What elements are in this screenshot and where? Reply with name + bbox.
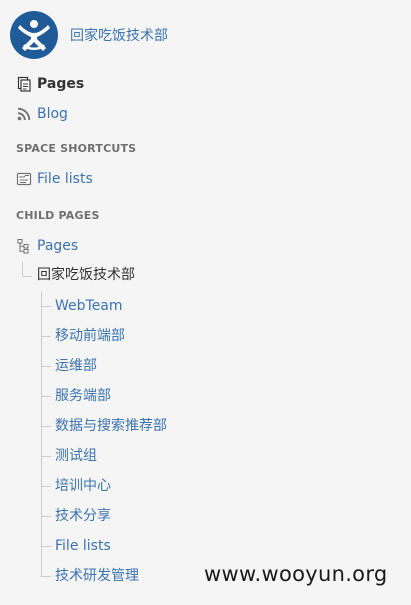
tree-connector (22, 276, 32, 277)
tree-connector (41, 456, 51, 457)
tree-item-child[interactable]: 技术研发管理 (55, 566, 139, 586)
tree-connector (41, 366, 51, 367)
tree-item-child[interactable]: 测试组 (55, 446, 97, 466)
tree-item-child[interactable]: 数据与搜索推荐部 (55, 416, 167, 436)
tree-connector (41, 486, 51, 487)
tree-connector (22, 262, 23, 276)
watermark-text: www.wooyun.org (204, 562, 388, 586)
tree-item-parent[interactable]: 回家吃饭技术部 (37, 265, 135, 285)
tree-connector (41, 292, 42, 577)
tree-connector (41, 336, 51, 337)
tree-connector (41, 576, 51, 577)
tree-item-child[interactable]: 技术分享 (55, 506, 111, 526)
tree-connector (41, 306, 51, 307)
tree-item-child[interactable]: 培训中心 (55, 476, 111, 496)
tree-item-child[interactable]: File lists (55, 536, 111, 556)
tree-item-child[interactable]: WebTeam (55, 296, 123, 316)
tree-item-child[interactable]: 服务端部 (55, 386, 111, 406)
tree-connector (41, 516, 51, 517)
tree-item-child[interactable]: 移动前端部 (55, 326, 125, 346)
tree-connector (41, 426, 51, 427)
tree-item-child[interactable]: 运维部 (55, 356, 97, 376)
tree-connector (41, 546, 51, 547)
page-tree: 回家吃饭技术部 WebTeam 移动前端部 运维部 服务端部 数据与搜索推荐部 … (0, 0, 411, 605)
tree-connector (41, 396, 51, 397)
